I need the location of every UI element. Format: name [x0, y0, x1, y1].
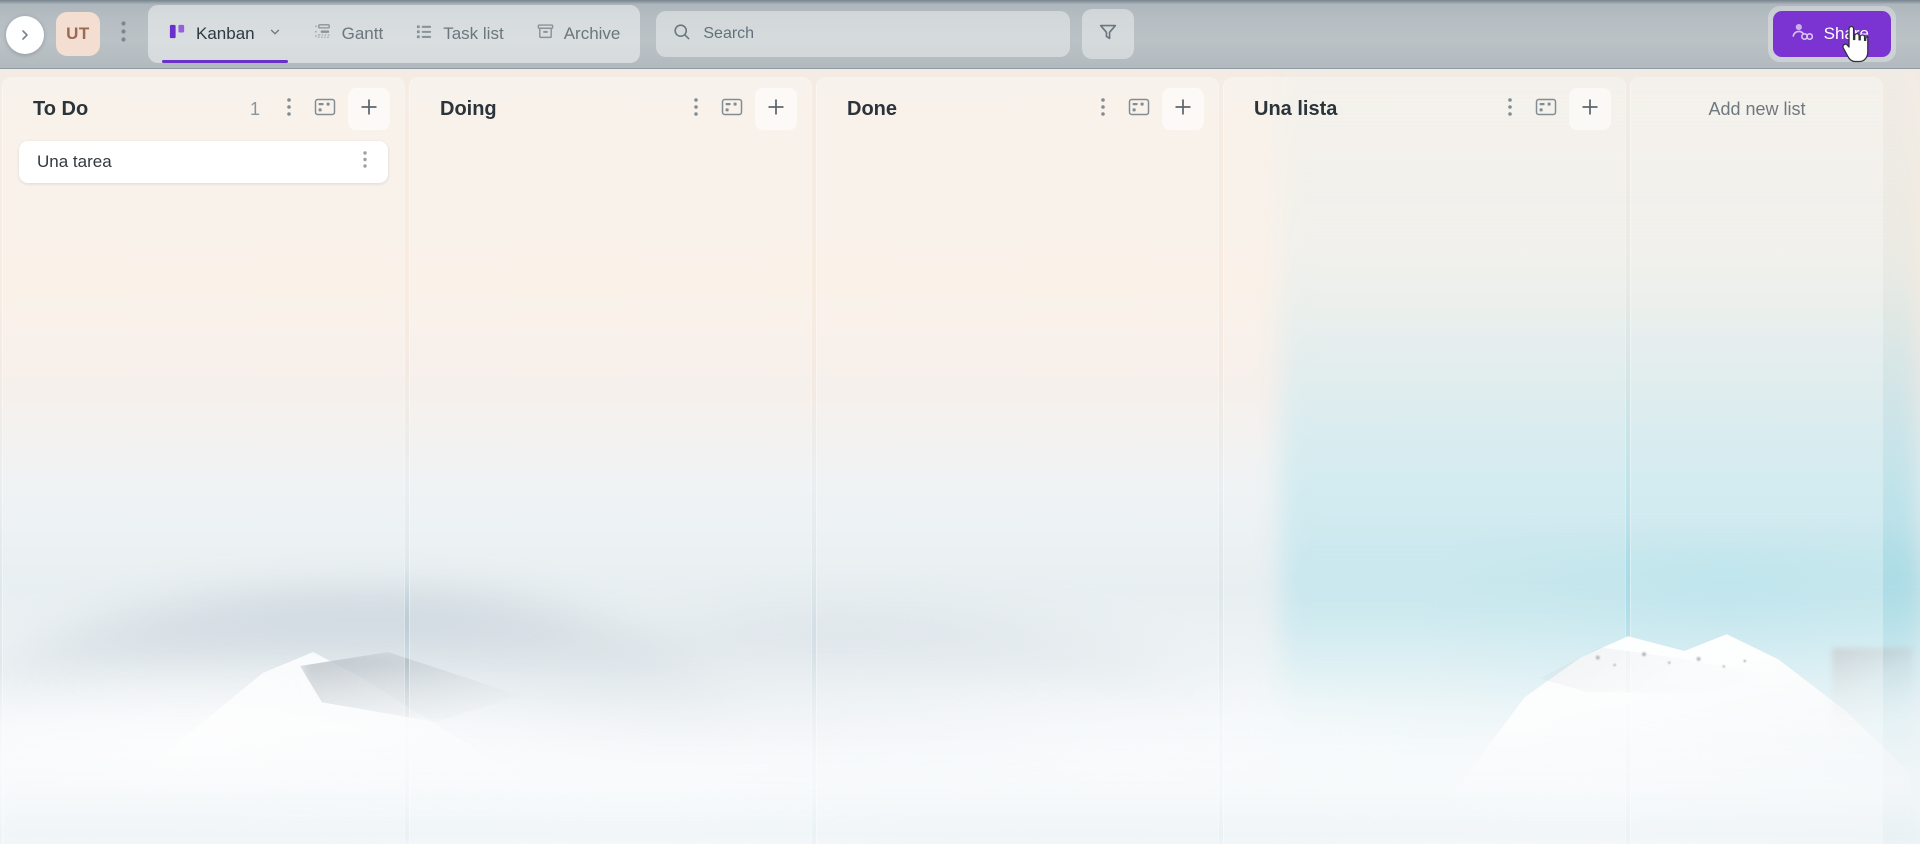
card-layout-icon	[314, 98, 336, 121]
kanban-icon	[168, 22, 187, 46]
more-vertical-icon	[694, 97, 698, 121]
plus-icon	[765, 96, 787, 123]
share-button[interactable]: Share	[1772, 11, 1891, 57]
more-vertical-icon	[1101, 97, 1105, 121]
plus-icon	[358, 96, 380, 123]
column-title: Doing	[440, 97, 497, 120]
board-column-to-do: To Do 1 Una tarea	[2, 77, 405, 844]
column-cards	[1224, 141, 1625, 844]
chevron-down-icon[interactable]	[268, 24, 282, 44]
top-toolbar: UT Kanban Gantt Task list Archive Search…	[0, 0, 1920, 69]
filter-button[interactable]	[1082, 9, 1135, 59]
column-menu-button[interactable]	[272, 92, 306, 126]
add-card-button[interactable]	[1162, 88, 1204, 130]
list-icon	[415, 22, 434, 46]
column-card-count: 1	[249, 98, 260, 119]
search-icon	[672, 22, 691, 46]
add-card-button[interactable]	[1569, 88, 1611, 130]
more-vertical-icon	[363, 151, 367, 173]
board-column-una-lista: Una lista	[1223, 77, 1626, 844]
column-header: To Do 1	[3, 77, 404, 141]
more-vertical-icon	[1508, 97, 1512, 121]
tab-task-list-label: Task list	[443, 24, 504, 43]
kanban-app: UT Kanban Gantt Task list Archive Search…	[0, 0, 1920, 844]
more-vertical-icon	[287, 97, 291, 121]
tab-archive-label: Archive	[563, 24, 621, 43]
column-view-button[interactable]	[1122, 92, 1156, 126]
add-new-list-label: Add new list	[1708, 99, 1806, 119]
card-layout-icon	[721, 98, 743, 121]
column-header: Doing	[410, 77, 811, 141]
column-cards	[410, 141, 811, 844]
column-view-button[interactable]	[308, 92, 342, 126]
filter-icon	[1097, 21, 1119, 48]
search-placeholder: Search	[703, 25, 755, 42]
tab-task-list[interactable]: Task list	[399, 5, 519, 63]
column-title: Una lista	[1254, 97, 1338, 120]
tab-gantt-label: Gantt	[341, 24, 384, 43]
tab-archive[interactable]: Archive	[520, 5, 637, 63]
share-people-icon	[1791, 22, 1813, 47]
board-column-done: Done	[816, 77, 1219, 844]
archive-icon	[536, 22, 555, 46]
share-button-label: Share	[1823, 24, 1869, 43]
add-new-list-button[interactable]: Add new list	[1630, 77, 1883, 844]
task-card[interactable]: Una tarea	[19, 141, 388, 183]
column-title: To Do	[33, 97, 89, 120]
task-card-title: Una tarea	[37, 152, 112, 171]
task-card-menu-button[interactable]	[348, 145, 382, 179]
column-title: Done	[847, 97, 897, 120]
card-layout-icon	[1535, 98, 1557, 121]
board-options-button[interactable]	[108, 12, 138, 56]
tab-gantt[interactable]: Gantt	[298, 5, 400, 63]
kanban-board: To Do 1 Una tarea Doing Done Una lista A…	[0, 69, 1920, 844]
sidebar-expand-button[interactable]	[6, 16, 44, 54]
view-tabs: Kanban Gantt Task list Archive	[148, 5, 641, 63]
plus-icon	[1172, 96, 1194, 123]
more-vertical-icon	[120, 21, 126, 47]
add-card-button[interactable]	[755, 88, 797, 130]
share-button-wrapper: Share	[1767, 6, 1896, 62]
tab-kanban[interactable]: Kanban	[152, 5, 298, 63]
column-header: Done	[817, 77, 1218, 141]
plus-icon	[1579, 96, 1601, 123]
column-menu-button[interactable]	[1493, 92, 1527, 126]
column-cards	[817, 141, 1218, 844]
column-cards: Una tarea	[3, 141, 404, 844]
tab-kanban-label: Kanban	[196, 24, 255, 43]
column-view-button[interactable]	[1529, 92, 1563, 126]
add-card-button[interactable]	[348, 88, 390, 130]
column-menu-button[interactable]	[679, 92, 713, 126]
column-header: Una lista	[1224, 77, 1625, 141]
chevron-right-icon	[17, 27, 33, 43]
column-view-button[interactable]	[715, 92, 749, 126]
card-layout-icon	[1128, 98, 1150, 121]
board-column-doing: Doing	[409, 77, 812, 844]
column-menu-button[interactable]	[1086, 92, 1120, 126]
avatar-initials: UT	[66, 24, 90, 43]
gantt-icon	[314, 22, 333, 46]
avatar[interactable]: UT	[56, 12, 100, 56]
search-input[interactable]: Search	[656, 11, 1071, 57]
